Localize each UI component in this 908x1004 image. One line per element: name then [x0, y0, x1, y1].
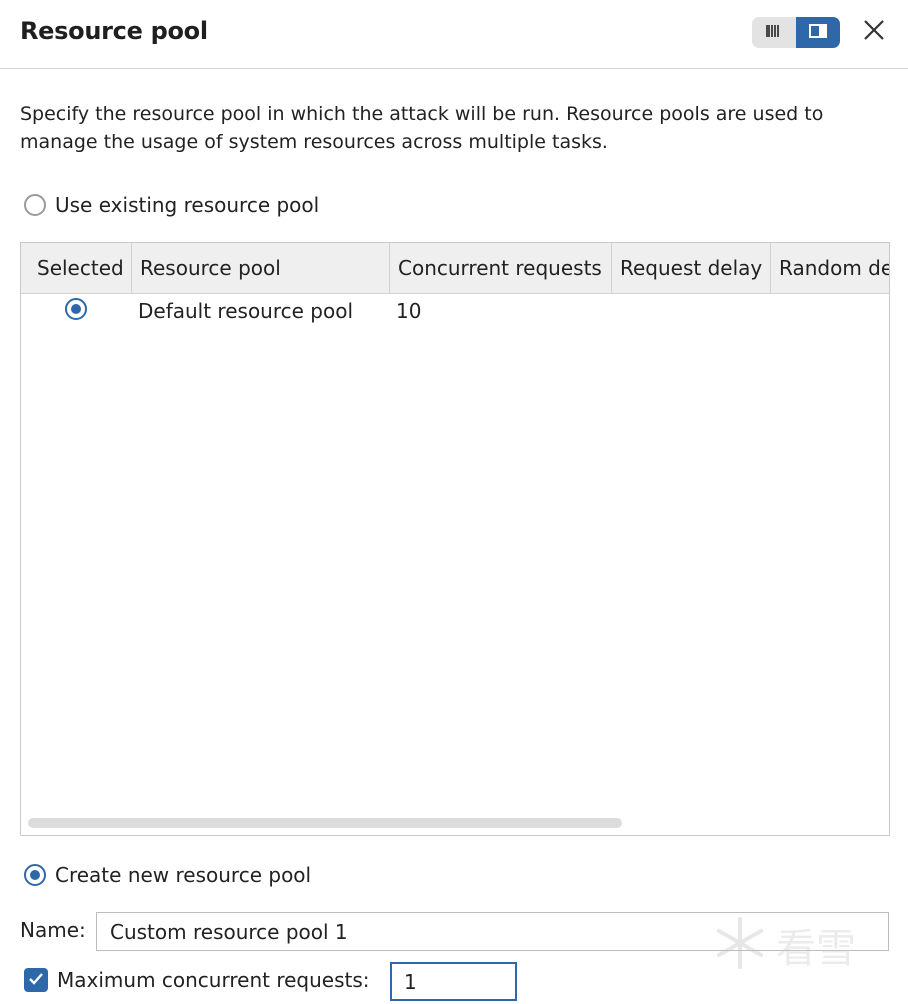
request-delay-cell: [610, 294, 618, 328]
dialog-description: Specify the resource pool in which the a…: [20, 103, 824, 153]
max-concurrent-input[interactable]: [390, 962, 517, 1001]
column-header-selected[interactable]: Selected: [21, 243, 132, 293]
name-label: Name:: [20, 918, 86, 942]
concurrent-requests-cell: 10: [396, 299, 422, 323]
create-new-label: Create new resource pool: [55, 863, 312, 887]
view-toggle[interactable]: [752, 17, 840, 48]
use-existing-option[interactable]: Use existing resource pool: [24, 193, 319, 217]
panel-view-icon: [809, 23, 827, 42]
random-delay-cell: [770, 294, 778, 328]
snowflake-icon: [712, 915, 768, 975]
horizontal-scrollbar[interactable]: [28, 818, 622, 828]
checkmark-icon: [28, 971, 44, 990]
max-concurrent-checkbox[interactable]: [24, 968, 48, 992]
use-existing-radio[interactable]: [24, 194, 46, 216]
column-header-concurrent-requests[interactable]: Concurrent requests: [390, 243, 612, 293]
close-button[interactable]: [858, 16, 890, 48]
panel-view-button[interactable]: [796, 17, 840, 48]
use-existing-label: Use existing resource pool: [55, 193, 320, 217]
row-selected-radio[interactable]: [65, 298, 87, 320]
watermark-text: 看雪: [776, 926, 856, 972]
dialog-header: Resource pool: [0, 0, 908, 69]
resource-pool-table: Selected Resource pool Concurrent reques…: [20, 242, 890, 836]
list-view-button[interactable]: [752, 17, 796, 48]
max-concurrent-option[interactable]: Maximum concurrent requests:: [24, 968, 370, 992]
table-row[interactable]: Default resource pool 10: [21, 294, 889, 328]
max-concurrent-label: Maximum concurrent requests:: [57, 968, 370, 992]
create-new-option[interactable]: Create new resource pool: [24, 863, 311, 887]
list-view-icon: [765, 23, 783, 42]
column-header-resource-pool[interactable]: Resource pool: [132, 243, 390, 293]
column-header-request-delay[interactable]: Request delay: [612, 243, 771, 293]
create-new-radio[interactable]: [24, 864, 46, 886]
table-header: Selected Resource pool Concurrent reques…: [21, 243, 889, 294]
dialog-title: Resource pool: [20, 17, 208, 45]
close-icon: [863, 19, 885, 45]
column-header-random-delay[interactable]: Random de: [771, 243, 889, 293]
resource-pool-cell: Default resource pool: [138, 299, 354, 323]
row-selected-cell[interactable]: [65, 298, 87, 320]
watermark: 看雪: [712, 915, 856, 975]
